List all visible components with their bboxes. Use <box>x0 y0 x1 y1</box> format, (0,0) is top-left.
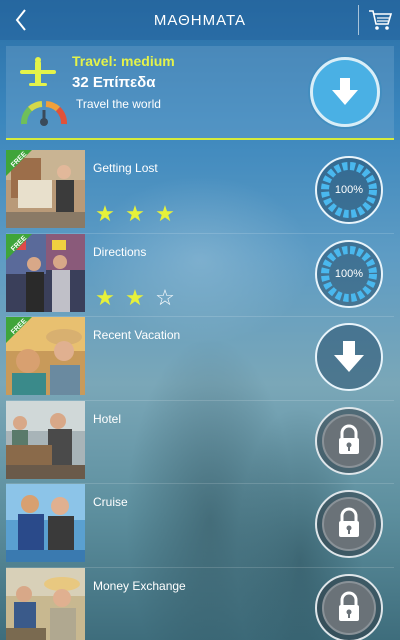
course-tagline: Travel the world <box>76 97 161 111</box>
lesson-row[interactable]: Hotel <box>6 400 394 485</box>
download-arrow-icon <box>332 78 358 105</box>
lesson-title: Getting Lost <box>93 161 158 175</box>
locked-lesson-button[interactable] <box>314 489 384 559</box>
progress-label: 100% <box>334 267 364 280</box>
star-filled-icon: ★ <box>95 284 115 310</box>
star-rating: ★ ★ ☆ <box>93 284 177 310</box>
course-header: Travel: medium 32 Επίπεδα Travel the wor… <box>6 46 394 140</box>
difficulty-gauge-icon <box>21 101 67 126</box>
lock-icon <box>315 573 383 640</box>
lesson-title: Money Exchange <box>93 578 186 593</box>
lesson-title: Directions <box>93 244 147 259</box>
lesson-thumbnail <box>6 400 85 479</box>
lesson-thumbnail: FREE <box>6 233 85 312</box>
lesson-title: Hotel <box>93 411 122 426</box>
download-course-button[interactable] <box>310 57 380 127</box>
airplane-icon <box>20 57 56 86</box>
download-arrow-icon <box>315 323 383 392</box>
lesson-row[interactable]: Money Exchange <box>6 567 394 640</box>
download-lesson-button[interactable] <box>314 322 384 392</box>
lesson-title: Recent Vacation <box>93 328 181 343</box>
cart-button[interactable] <box>358 5 392 35</box>
progress-ring[interactable]: 100% <box>314 239 384 309</box>
locked-lesson-button[interactable] <box>314 406 384 476</box>
levels-count: 32 Επίπεδα <box>72 74 156 91</box>
star-empty-icon: ☆ <box>155 284 175 310</box>
lesson-list: FREE Getting Lost ★ ★ ★ 100% FREE Direct… <box>6 150 394 640</box>
cart-icon <box>369 10 392 30</box>
lesson-title: Cruise <box>93 495 128 510</box>
lesson-row[interactable]: FREE Recent Vacation <box>6 317 394 401</box>
top-bar: ΜΑΘΗΜΑΤΑ <box>0 0 400 40</box>
progress-label: 100% <box>334 184 364 196</box>
star-filled-icon: ★ <box>125 201 145 226</box>
lesson-thumbnail: FREE <box>6 150 85 228</box>
lesson-row[interactable]: Cruise <box>6 484 394 568</box>
chevron-left-icon <box>15 9 26 31</box>
lesson-row[interactable]: FREE Directions ★ ★ ☆ 100% <box>6 233 394 318</box>
star-filled-icon: ★ <box>95 201 115 226</box>
back-button[interactable] <box>10 6 32 34</box>
course-title: Travel: medium <box>72 53 175 69</box>
lesson-thumbnail <box>6 567 85 640</box>
lesson-thumbnail <box>6 484 85 563</box>
lock-icon <box>315 490 383 559</box>
star-rating: ★ ★ ★ <box>93 202 177 226</box>
locked-lesson-button[interactable] <box>314 573 384 640</box>
star-filled-icon: ★ <box>155 201 175 226</box>
progress-ring[interactable]: 100% <box>314 155 384 225</box>
lock-icon <box>315 406 383 475</box>
lesson-row[interactable]: FREE Getting Lost ★ ★ ★ 100% <box>6 150 394 234</box>
page-title: ΜΑΘΗΜΑΤΑ <box>153 11 247 29</box>
lesson-thumbnail: FREE <box>6 317 85 396</box>
star-filled-icon: ★ <box>125 284 145 310</box>
